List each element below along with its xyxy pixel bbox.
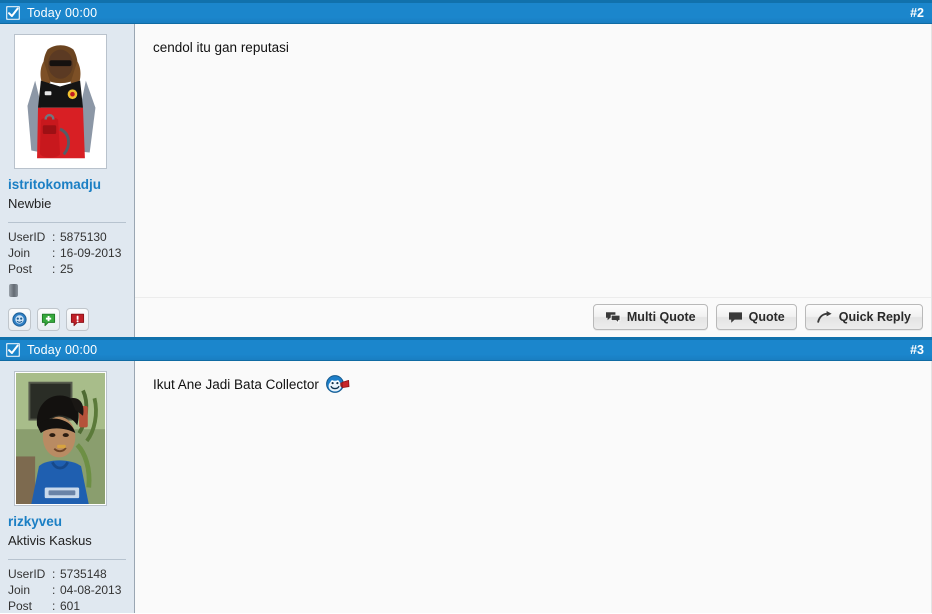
reputation-button-row bbox=[8, 308, 126, 331]
stat-value: 5875130 bbox=[60, 230, 107, 244]
stat-row: Post : 25 bbox=[8, 261, 126, 277]
offline-status-icon bbox=[9, 284, 18, 297]
stat-key: Post bbox=[8, 599, 33, 613]
post-message: cendol itu gan reputasi bbox=[135, 24, 931, 297]
username-link[interactable]: istritokomadju bbox=[8, 177, 126, 193]
avatar-image bbox=[16, 36, 105, 167]
smiley-glyph-icon bbox=[325, 375, 350, 393]
post-date: Today 00:00 bbox=[27, 6, 98, 20]
user-divider bbox=[8, 222, 126, 223]
stat-value: 16-09-2013 bbox=[60, 246, 122, 260]
stat-colon: : bbox=[52, 583, 56, 597]
avatar[interactable] bbox=[14, 371, 107, 506]
message-column: Ikut Ane Jadi Bata Collector bbox=[135, 361, 932, 613]
post-body-3: rizkyveu Aktivis Kaskus UserID : 5735148… bbox=[0, 361, 932, 613]
forum-thread-posts: Today 00:00 #2 istritokomadju Newbie Use… bbox=[0, 0, 932, 613]
post-number-link[interactable]: #3 bbox=[910, 343, 924, 357]
stat-key: UserID bbox=[8, 567, 46, 581]
stat-colon: : bbox=[52, 246, 56, 260]
avatar[interactable] bbox=[14, 34, 107, 169]
user-stats: UserID : 5875130 Join : 16-09-2013 Post … bbox=[8, 229, 126, 277]
post-header-2: Today 00:00 #2 bbox=[0, 0, 932, 24]
quote-label: Quote bbox=[748, 310, 785, 324]
post-date: Today 00:00 bbox=[27, 343, 98, 357]
report-post-icon[interactable] bbox=[66, 308, 89, 331]
user-info-panel: istritokomadju Newbie UserID : 5875130 J… bbox=[0, 24, 135, 337]
stat-colon: : bbox=[52, 230, 56, 244]
give-reputation-icon[interactable] bbox=[37, 308, 60, 331]
user-stats: UserID : 5735148 Join : 04-08-2013 Post … bbox=[8, 566, 126, 614]
stat-colon: : bbox=[52, 262, 56, 276]
post-message-text: cendol itu gan reputasi bbox=[153, 40, 289, 55]
profile-glyph-icon bbox=[12, 312, 27, 327]
stat-value: 601 bbox=[60, 599, 81, 613]
green-plus-bubble-icon bbox=[41, 313, 56, 327]
stat-key: Join bbox=[8, 583, 31, 597]
stat-colon: : bbox=[52, 599, 56, 613]
quick-reply-arrow-icon bbox=[817, 310, 832, 323]
post-3: Today 00:00 #3 rizkyveu Aktivis Kaskus U… bbox=[0, 337, 932, 613]
red-exclamation-bubble-icon bbox=[70, 313, 85, 327]
post-message: Ikut Ane Jadi Bata Collector bbox=[135, 361, 931, 613]
stat-colon: : bbox=[52, 567, 56, 581]
stat-value: 5735148 bbox=[60, 567, 107, 581]
post-action-bar: Multi Quote Quote Quick Reply bbox=[135, 297, 931, 337]
quote-button[interactable]: Quote bbox=[715, 304, 797, 330]
stat-row: UserID : 5735148 bbox=[8, 566, 126, 582]
view-profile-icon[interactable] bbox=[8, 308, 31, 331]
stat-key: Post bbox=[8, 262, 33, 276]
post-message-text: Ikut Ane Jadi Bata Collector bbox=[153, 377, 319, 392]
avatar-image bbox=[16, 373, 105, 504]
stat-row: Join : 04-08-2013 bbox=[8, 582, 126, 598]
quick-reply-button[interactable]: Quick Reply bbox=[804, 304, 923, 330]
user-title: Newbie bbox=[8, 196, 52, 211]
quote-icon bbox=[728, 311, 742, 323]
stat-value: 25 bbox=[60, 262, 74, 276]
post-header-3: Today 00:00 #3 bbox=[0, 337, 932, 361]
user-info-panel: rizkyveu Aktivis Kaskus UserID : 5735148… bbox=[0, 361, 135, 613]
stat-row: Join : 16-09-2013 bbox=[8, 245, 126, 261]
message-column: cendol itu gan reputasi Multi Quote Quot… bbox=[135, 24, 932, 337]
stat-row: Post : 601 bbox=[8, 598, 126, 614]
checkbox-checked-icon[interactable] bbox=[6, 6, 20, 20]
checkbox-checked-icon[interactable] bbox=[6, 343, 20, 357]
user-title: Aktivis Kaskus bbox=[8, 533, 92, 548]
user-divider bbox=[8, 559, 126, 560]
multi-quote-button[interactable]: Multi Quote bbox=[592, 304, 708, 330]
stat-row: UserID : 5875130 bbox=[8, 229, 126, 245]
stat-value: 04-08-2013 bbox=[60, 583, 122, 597]
multi-quote-icon bbox=[605, 311, 621, 324]
quick-reply-label: Quick Reply bbox=[838, 310, 911, 324]
stat-key: UserID bbox=[8, 230, 46, 244]
post-2: Today 00:00 #2 istritokomadju Newbie Use… bbox=[0, 0, 932, 337]
post-body-2: istritokomadju Newbie UserID : 5875130 J… bbox=[0, 24, 932, 337]
post-number-link[interactable]: #2 bbox=[910, 6, 924, 20]
stat-key: Join bbox=[8, 246, 31, 260]
username-link[interactable]: rizkyveu bbox=[8, 514, 126, 530]
blue-smiley-with-brick-emoticon bbox=[325, 375, 350, 398]
multi-quote-label: Multi Quote bbox=[626, 310, 696, 324]
